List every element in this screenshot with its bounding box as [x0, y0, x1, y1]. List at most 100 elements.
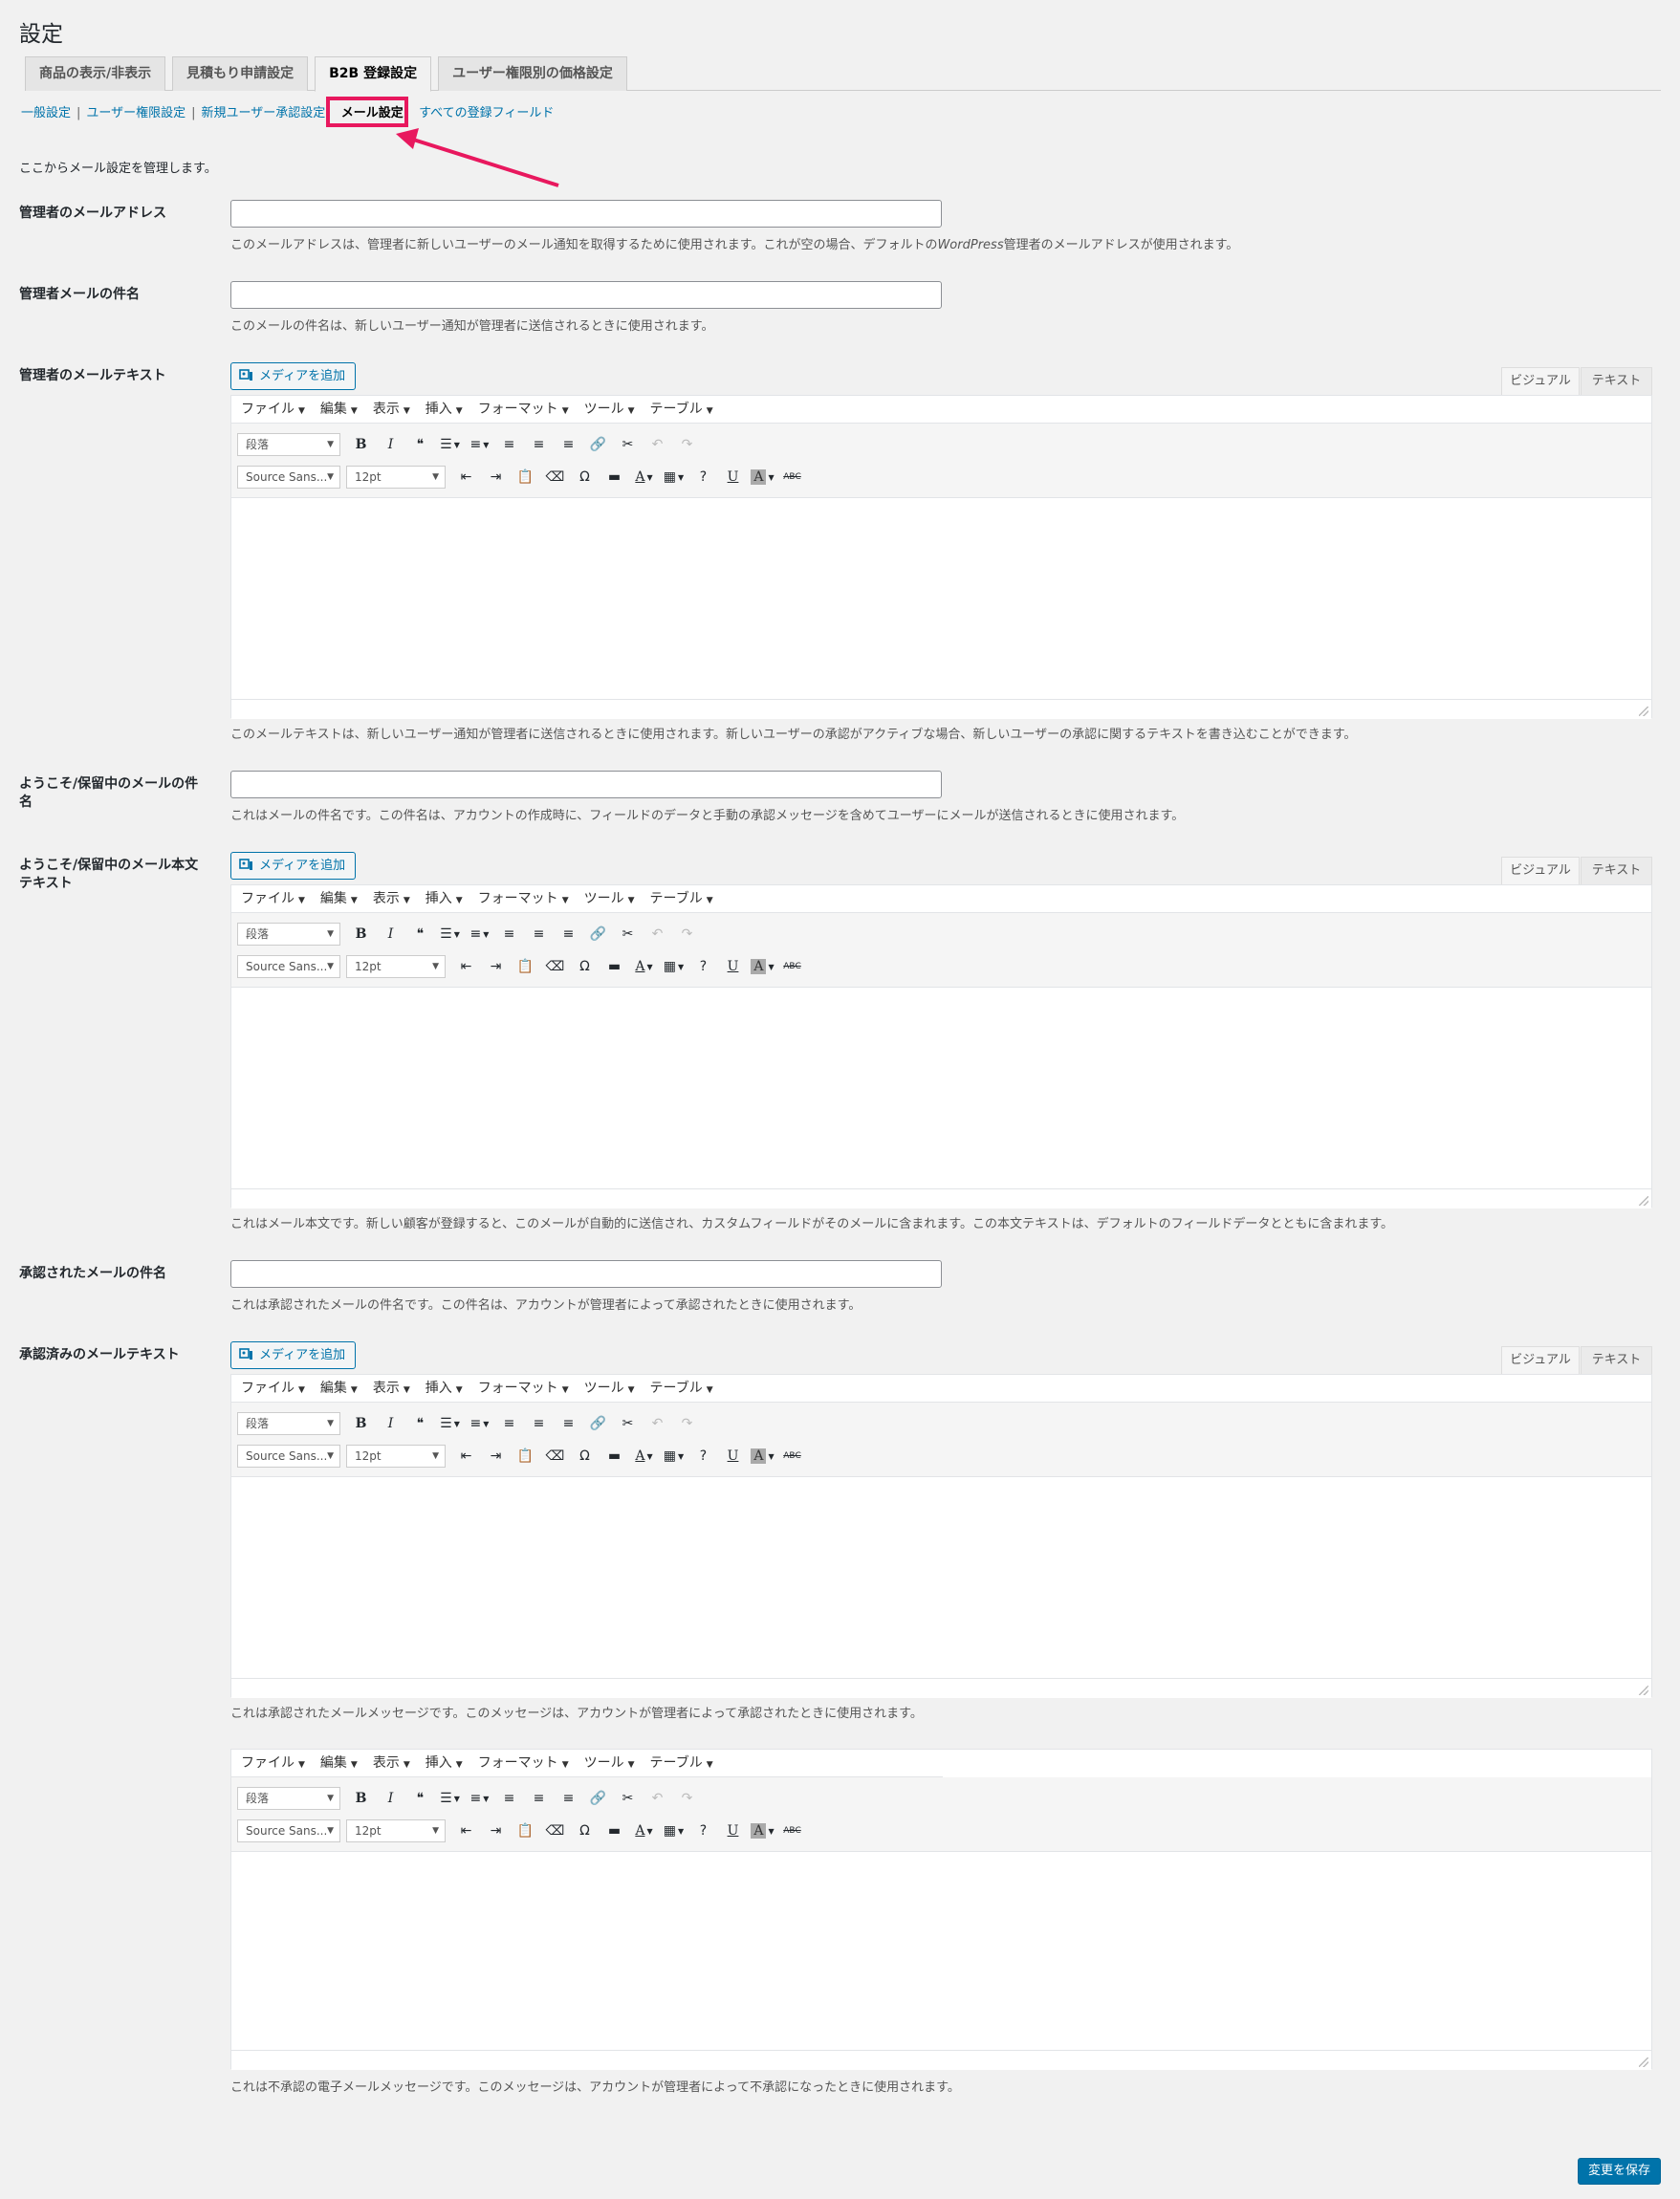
- subnav-general[interactable]: 一般設定: [21, 106, 71, 120]
- special-char-icon[interactable]: Ω: [570, 1443, 600, 1470]
- menu-view[interactable]: 表示 ▼: [373, 1381, 410, 1396]
- menu-table[interactable]: テーブル ▼: [650, 1755, 713, 1771]
- menu-edit[interactable]: 編集 ▼: [320, 402, 358, 417]
- clear-format-icon[interactable]: ⌫: [540, 953, 570, 980]
- help-icon[interactable]: ?: [688, 953, 718, 980]
- menu-view[interactable]: 表示 ▼: [373, 402, 410, 417]
- align-left-icon[interactable]: ≡: [494, 1785, 524, 1812]
- bullet-list-icon[interactable]: ☰ ▼: [435, 1410, 465, 1437]
- hr-icon[interactable]: ▬: [600, 953, 629, 980]
- blockquote-icon[interactable]: ❝: [405, 921, 435, 947]
- bold-icon[interactable]: B: [346, 921, 376, 947]
- align-left-icon[interactable]: ≡: [494, 1410, 524, 1437]
- tab-quote-settings[interactable]: 見積もり申請設定: [172, 56, 309, 91]
- background-color-icon[interactable]: A ▼: [748, 953, 777, 980]
- blockquote-icon[interactable]: ❝: [405, 1410, 435, 1437]
- italic-icon[interactable]: I: [376, 921, 405, 947]
- menu-format[interactable]: フォーマット ▼: [478, 891, 569, 906]
- visual-tab[interactable]: ビジュアル: [1501, 1346, 1580, 1374]
- blockquote-icon[interactable]: ❝: [405, 1785, 435, 1812]
- hr-icon[interactable]: ▬: [600, 464, 629, 490]
- menu-view[interactable]: 表示 ▼: [373, 1755, 410, 1771]
- table-icon[interactable]: ▦ ▼: [659, 1818, 688, 1844]
- menu-file[interactable]: ファイル ▼: [241, 891, 305, 906]
- format-select[interactable]: 段落 ▼: [237, 923, 340, 946]
- undo-icon[interactable]: ↶: [643, 431, 672, 458]
- add-media-button[interactable]: メディアを追加: [230, 1341, 357, 1369]
- editor-content-area[interactable]: [231, 498, 1651, 699]
- undo-icon[interactable]: ↶: [643, 1410, 672, 1437]
- underline-icon[interactable]: U: [718, 464, 748, 490]
- menu-table[interactable]: テーブル ▼: [650, 402, 713, 417]
- admin-subject-input[interactable]: [230, 281, 942, 309]
- text-color-icon[interactable]: A ▼: [629, 1443, 659, 1470]
- align-right-icon[interactable]: ≡: [554, 921, 583, 947]
- resize-handle[interactable]: [1639, 2057, 1648, 2067]
- numbered-list-icon[interactable]: ≡ ▼: [465, 1785, 494, 1812]
- outdent-icon[interactable]: ⇤: [451, 953, 481, 980]
- font-family-select[interactable]: Source Sans... ▼: [237, 1445, 340, 1468]
- menu-format[interactable]: フォーマット ▼: [478, 402, 569, 417]
- subnav-user-roles[interactable]: ユーザー権限設定: [86, 106, 185, 120]
- help-icon[interactable]: ?: [688, 464, 718, 490]
- underline-icon[interactable]: U: [718, 1443, 748, 1470]
- clear-format-icon[interactable]: ⌫: [540, 1443, 570, 1470]
- align-right-icon[interactable]: ≡: [554, 1785, 583, 1812]
- align-right-icon[interactable]: ≡: [554, 431, 583, 458]
- menu-tools[interactable]: ツール ▼: [584, 891, 635, 906]
- hr-icon[interactable]: ▬: [600, 1443, 629, 1470]
- redo-icon[interactable]: ↷: [672, 1785, 702, 1812]
- font-size-select[interactable]: 12pt ▼: [346, 466, 446, 489]
- menu-tools[interactable]: ツール ▼: [584, 1755, 635, 1771]
- menu-insert[interactable]: 挿入 ▼: [425, 1755, 463, 1771]
- align-center-icon[interactable]: ≡: [524, 1410, 554, 1437]
- link-icon[interactable]: 🔗: [583, 1785, 613, 1812]
- font-size-select[interactable]: 12pt ▼: [346, 1819, 446, 1842]
- undo-icon[interactable]: ↶: [643, 921, 672, 947]
- paste-text-icon[interactable]: 📋: [511, 953, 540, 980]
- menu-edit[interactable]: 編集 ▼: [320, 1381, 358, 1396]
- paste-text-icon[interactable]: 📋: [511, 1818, 540, 1844]
- format-select[interactable]: 段落 ▼: [237, 1412, 340, 1435]
- paste-text-icon[interactable]: 📋: [511, 464, 540, 490]
- welcome-subject-input[interactable]: [230, 771, 942, 798]
- table-icon[interactable]: ▦ ▼: [659, 464, 688, 490]
- indent-icon[interactable]: ⇥: [481, 464, 511, 490]
- align-right-icon[interactable]: ≡: [554, 1410, 583, 1437]
- text-color-icon[interactable]: A ▼: [629, 464, 659, 490]
- menu-insert[interactable]: 挿入 ▼: [425, 1381, 463, 1396]
- menu-table[interactable]: テーブル ▼: [650, 1381, 713, 1396]
- help-icon[interactable]: ?: [688, 1443, 718, 1470]
- editor-content-area[interactable]: [231, 1477, 1651, 1678]
- italic-icon[interactable]: I: [376, 1410, 405, 1437]
- redo-icon[interactable]: ↷: [672, 431, 702, 458]
- outdent-icon[interactable]: ⇤: [451, 1443, 481, 1470]
- hr-icon[interactable]: ▬: [600, 1818, 629, 1844]
- menu-view[interactable]: 表示 ▼: [373, 891, 410, 906]
- indent-icon[interactable]: ⇥: [481, 1443, 511, 1470]
- bullet-list-icon[interactable]: ☰ ▼: [435, 1785, 465, 1812]
- special-char-icon[interactable]: Ω: [570, 464, 600, 490]
- text-color-icon[interactable]: A ▼: [629, 1818, 659, 1844]
- format-select[interactable]: 段落 ▼: [237, 433, 340, 456]
- special-char-icon[interactable]: Ω: [570, 953, 600, 980]
- menu-table[interactable]: テーブル ▼: [650, 891, 713, 906]
- menu-format[interactable]: フォーマット ▼: [478, 1755, 569, 1771]
- text-tab[interactable]: テキスト: [1581, 367, 1652, 395]
- redo-icon[interactable]: ↷: [672, 1410, 702, 1437]
- add-media-button[interactable]: メディアを追加: [230, 362, 357, 390]
- align-center-icon[interactable]: ≡: [524, 921, 554, 947]
- menu-file[interactable]: ファイル ▼: [241, 402, 305, 417]
- link-icon[interactable]: 🔗: [583, 921, 613, 947]
- font-family-select[interactable]: Source Sans... ▼: [237, 466, 340, 489]
- font-family-select[interactable]: Source Sans... ▼: [237, 955, 340, 978]
- table-icon[interactable]: ▦ ▼: [659, 1443, 688, 1470]
- background-color-icon[interactable]: A ▼: [748, 1818, 777, 1844]
- subnav-new-user-approval[interactable]: 新規ユーザー承認設定: [202, 106, 326, 120]
- bullet-list-icon[interactable]: ☰ ▼: [435, 431, 465, 458]
- bold-icon[interactable]: B: [346, 1410, 376, 1437]
- menu-edit[interactable]: 編集 ▼: [320, 891, 358, 906]
- menu-insert[interactable]: 挿入 ▼: [425, 402, 463, 417]
- tab-b2b-registration[interactable]: B2B 登録設定: [315, 56, 432, 92]
- background-color-icon[interactable]: A ▼: [748, 1443, 777, 1470]
